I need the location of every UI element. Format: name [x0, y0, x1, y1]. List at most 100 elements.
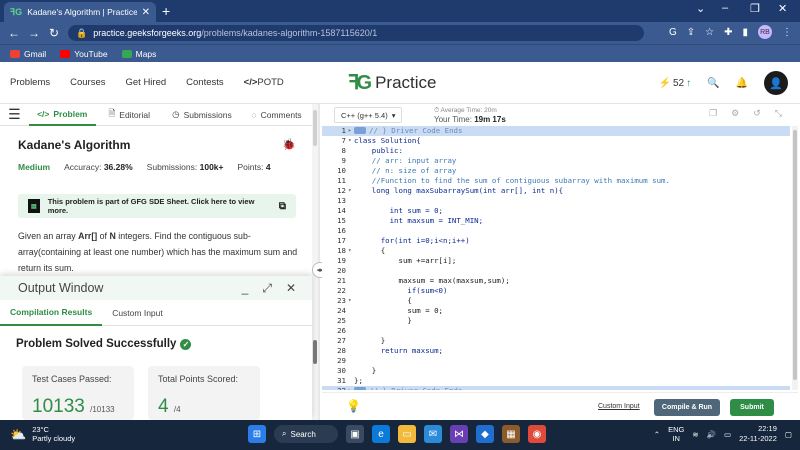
forward-icon[interactable]: →	[24, 26, 44, 40]
compile-run-button[interactable]: Compile & Run	[654, 399, 720, 416]
battery-icon[interactable]: ▭	[724, 430, 731, 439]
nav-contests[interactable]: Contests	[186, 77, 224, 88]
visual-studio-icon[interactable]: ⋈	[450, 425, 468, 443]
editor-scrollbar[interactable]	[792, 126, 798, 390]
hamburger-icon[interactable]: ☰	[0, 106, 29, 123]
submit-button[interactable]: Submit	[730, 399, 774, 416]
extensions-icon[interactable]: ✚	[724, 27, 732, 38]
minimize-icon[interactable]: –	[722, 2, 728, 14]
bookmarks-bar: Gmail YouTube Maps	[0, 44, 800, 62]
reload-icon[interactable]: ↻	[44, 26, 64, 40]
custom-input-link[interactable]: Custom Input	[598, 403, 640, 410]
line-number: 32	[322, 386, 348, 390]
search-icon[interactable]: 🔍	[707, 78, 719, 89]
close-output-icon[interactable]: ✕	[286, 281, 296, 296]
notification-icon[interactable]: ▢	[785, 430, 792, 439]
share-icon[interactable]: ⇪	[687, 27, 695, 38]
chrome-icon[interactable]: ◉	[528, 425, 546, 443]
expand-icon[interactable]: ⤢	[262, 281, 272, 296]
streak-counter[interactable]: ⚡ 52 ↑	[659, 78, 692, 89]
back-icon[interactable]: ←	[4, 26, 24, 40]
clock[interactable]: 22:19 22-11-2022	[739, 424, 777, 444]
nav-potd[interactable]: </>POTD	[244, 77, 304, 88]
nav-get-hired[interactable]: Get Hired	[126, 77, 167, 88]
new-tab-icon[interactable]: +	[162, 3, 170, 19]
weather-widget[interactable]: ⛅ 23°C Partly cloudy	[10, 425, 75, 443]
star-icon[interactable]: ☆	[705, 27, 714, 38]
wifi-icon[interactable]: ≋	[692, 430, 698, 439]
file-explorer-icon[interactable]: ▭	[398, 425, 416, 443]
check-circle-icon: ✓	[180, 338, 192, 350]
close-tab-icon[interactable]: ✕	[142, 7, 150, 18]
fullscreen-icon[interactable]: ⤡	[775, 108, 782, 119]
code-text: //Function to find the sum of contiguous…	[354, 176, 670, 185]
bookmark-maps[interactable]: Maps	[121, 49, 156, 59]
bell-icon[interactable]: 🔔	[736, 78, 748, 89]
code-line: 7 ▾ class Solution{	[322, 136, 790, 146]
line-number: 26	[337, 326, 346, 335]
chevron-down-icon[interactable]: ⌄	[696, 2, 705, 15]
system-tray: ⌃ ENG IN ≋ 🔊 ▭ 22:19 22-11-2022 ▢	[654, 424, 792, 444]
chevron-up-icon[interactable]: ⌃	[654, 430, 660, 439]
menu-icon[interactable]: ⋮	[782, 27, 792, 38]
copy-icon[interactable]: ❐	[709, 108, 717, 119]
timers: ⏱ Average Time: 20m Your Time: 19m 17s	[434, 107, 506, 124]
profile-avatar[interactable]: RB	[758, 25, 772, 39]
url-bar[interactable]: 🔒 practice.geeksforgeeks.org/problems/ka…	[68, 25, 644, 41]
bookmark-gmail[interactable]: Gmail	[10, 49, 46, 59]
edge-icon[interactable]: e	[372, 425, 390, 443]
code-text: public:	[354, 146, 403, 155]
task-view-icon[interactable]: ▣	[346, 425, 364, 443]
line-number: 24	[337, 306, 346, 315]
problem-title: Kadane's Algorithm	[18, 138, 131, 152]
brand-name: Practice	[375, 72, 437, 92]
settings-icon[interactable]: ⚙	[731, 108, 739, 119]
sidebar-icon[interactable]: ▮	[742, 27, 748, 38]
browser-tab[interactable]: ꟻG Kadane's Algorithm | Practice | G ✕	[4, 2, 156, 22]
browser-tab-strip: ꟻG Kadane's Algorithm | Practice | G ✕ +…	[0, 0, 800, 22]
line-number: 30	[337, 366, 346, 375]
line-number: 16	[337, 226, 346, 235]
google-icon[interactable]: G	[669, 27, 677, 38]
code-line: 24 sum = 0;	[322, 306, 790, 316]
points-scored: 4	[158, 396, 169, 417]
code-editor[interactable]: 1 ▸// } Driver Code Ends 7 ▾ class Solution{…	[322, 126, 790, 390]
minimize-output-icon[interactable]: _	[242, 281, 249, 296]
restore-icon[interactable]: ❐	[750, 2, 760, 15]
line-number: 8	[341, 146, 346, 155]
nav-courses[interactable]: Courses	[70, 77, 105, 88]
nav-problems[interactable]: Problems	[10, 77, 50, 88]
mail-icon[interactable]: ✉	[424, 425, 442, 443]
tab-custom-input[interactable]: Custom Input	[102, 300, 173, 326]
language-indicator[interactable]: ENG IN	[668, 425, 684, 443]
volume-icon[interactable]: 🔊	[707, 430, 716, 439]
code-line: 19 sum +=arr[i];	[322, 256, 790, 266]
bookmark-youtube[interactable]: YouTube	[60, 49, 108, 59]
taskbar-search[interactable]: ⌕ Search	[274, 425, 338, 443]
line-number: 22	[337, 286, 346, 295]
code-line: 25 }	[322, 316, 790, 326]
user-avatar[interactable]: 👤	[764, 71, 788, 95]
difficulty-level: Medium	[18, 162, 51, 172]
code-line: 23 ▾ {	[322, 296, 790, 306]
close-window-icon[interactable]: ✕	[778, 2, 787, 15]
tab-submissions[interactable]: ◷ Submissions	[163, 104, 241, 126]
points-card: Total Points Scored: 4 /4	[148, 366, 260, 420]
tab-compilation-results[interactable]: Compilation Results	[0, 300, 103, 326]
dropbox-icon[interactable]: ◆	[476, 425, 494, 443]
app-icon[interactable]: ▦	[502, 425, 520, 443]
tab-problem[interactable]: </> Problem	[28, 104, 96, 126]
folded-marker-icon[interactable]	[354, 387, 366, 390]
tab-comments[interactable]: ◌ Comments	[241, 104, 312, 126]
language-select[interactable]: C++ (g++ 5.4) ▾	[334, 107, 403, 123]
sde-sheet-banner[interactable]: ▤ This problem is part of GFG SDE Sheet.…	[18, 194, 296, 218]
tab-editorial[interactable]: 🗎 Editorial	[96, 104, 163, 126]
bug-report-icon[interactable]: 🐞	[282, 138, 296, 151]
gfg-brand[interactable]: ꟻG Practice	[348, 70, 436, 95]
lightbulb-icon[interactable]: 💡	[346, 399, 361, 413]
reset-icon[interactable]: ↺	[753, 108, 761, 119]
folded-marker-icon[interactable]	[354, 127, 366, 134]
windows-start-icon[interactable]: ⊞	[248, 425, 266, 443]
